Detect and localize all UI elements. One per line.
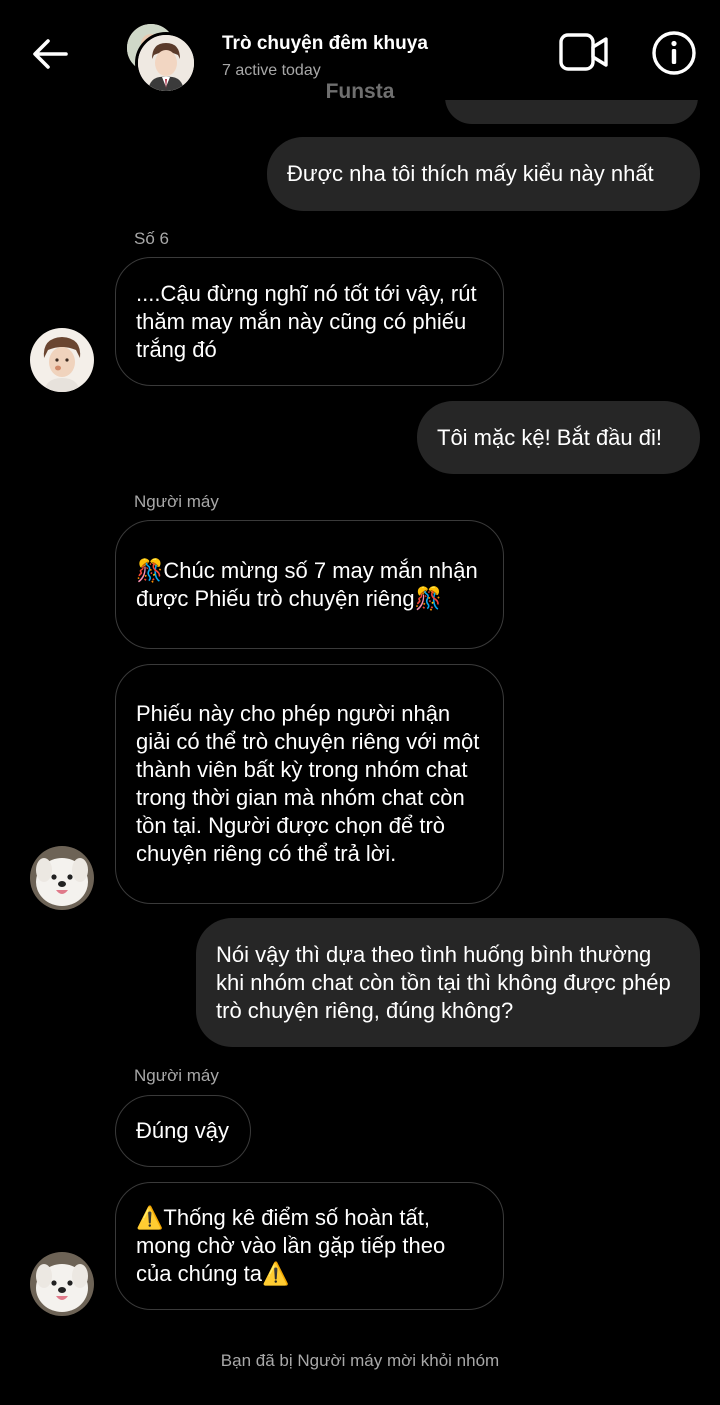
arrow-left-icon xyxy=(33,39,68,69)
message-bubble-incoming[interactable]: 🎊Chúc mừng số 7 may mắn nhận được Phiếu … xyxy=(115,520,504,649)
info-button[interactable] xyxy=(651,30,697,76)
info-circle-icon xyxy=(652,31,696,75)
message-bubble-outgoing[interactable]: Nói vậy thì dựa theo tình huống bình thư… xyxy=(196,918,700,1047)
system-notice: Bạn đã bị Người máy mời khỏi nhóm xyxy=(220,1351,500,1370)
message-text: ⚠️Thống kê điểm số hoàn tất, mong chờ và… xyxy=(136,1205,446,1286)
video-camera-icon xyxy=(559,33,608,71)
sender-name: Người máy xyxy=(134,492,219,511)
message-bubble-incoming[interactable]: ....Cậu đừng nghĩ nó tốt tới vậy, rút th… xyxy=(115,257,504,386)
message-text: Tôi mặc kệ! Bắt đầu đi! xyxy=(437,424,662,450)
message-text: ....Cậu đừng nghĩ nó tốt tới vậy, rút th… xyxy=(136,280,477,362)
video-call-button[interactable] xyxy=(558,32,610,72)
message-bubble-outgoing[interactable]: Được nha tôi thích mấy kiểu này nhất xyxy=(267,137,700,211)
message-bubble-incoming[interactable]: Đúng vậy xyxy=(115,1095,251,1167)
message-bubble-incoming[interactable]: ⚠️Thống kê điểm số hoàn tất, mong chờ và… xyxy=(115,1182,504,1310)
sender-name: Số 6 xyxy=(134,229,169,248)
message-text: Đúng vậy xyxy=(136,1118,229,1143)
active-status: 7 active today xyxy=(222,62,321,79)
overlay-watermark-label: Funsta xyxy=(325,80,395,103)
message-bubble-outgoing[interactable]: Tôi mặc kệ! Bắt đầu đi! xyxy=(417,401,700,474)
sender-avatar[interactable] xyxy=(30,328,94,392)
sender-avatar[interactable] xyxy=(30,846,94,910)
back-button[interactable] xyxy=(30,34,70,74)
message-text: 🎊Chúc mừng số 7 may mắn nhận được Phiếu … xyxy=(136,557,478,611)
sender-avatar[interactable] xyxy=(30,1252,94,1316)
chat-title[interactable]: Trò chuyện đêm khuya xyxy=(222,33,428,55)
message-text: Phiếu này cho phép người nhận giải có th… xyxy=(136,701,480,866)
message-text: Được nha tôi thích mấy kiểu này nhất xyxy=(287,161,654,186)
message-text: Nói vậy thì dựa theo tình huống bình thư… xyxy=(216,941,671,1023)
message-bubble-incoming[interactable]: Phiếu này cho phép người nhận giải có th… xyxy=(115,664,504,904)
sender-name: Người máy xyxy=(134,1066,219,1085)
